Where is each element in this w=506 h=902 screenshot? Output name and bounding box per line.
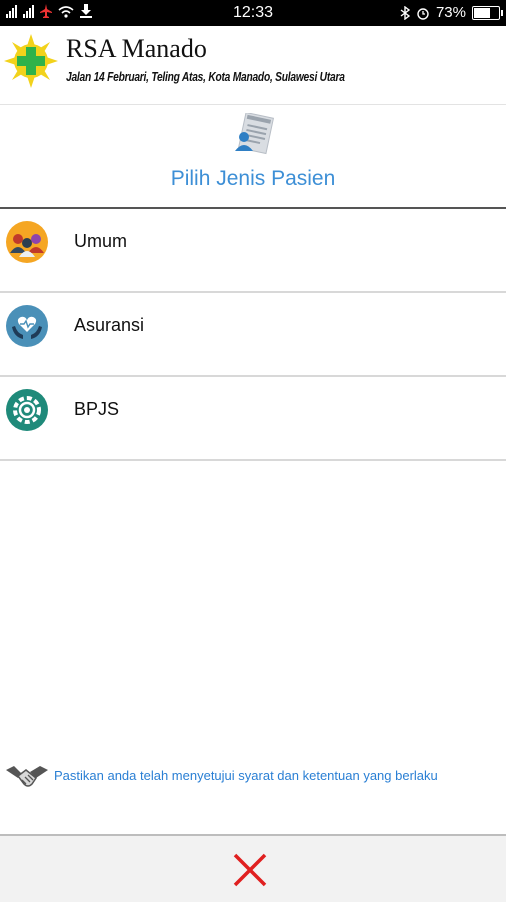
list-item-asuransi[interactable]: Asuransi	[0, 293, 506, 377]
list-item-label: Asuransi	[74, 315, 145, 335]
people-group-icon	[6, 221, 48, 263]
bluetooth-icon	[400, 5, 410, 20]
page-title: Pilih Jenis Pasien	[170, 167, 336, 190]
battery-fill	[474, 7, 491, 18]
list-item-umum[interactable]: Umum	[0, 209, 506, 293]
gear-shield-icon	[6, 389, 48, 431]
status-bar: 12:33 73%	[0, 0, 506, 26]
close-icon[interactable]	[230, 850, 270, 890]
app-title: RSA Manado	[66, 34, 207, 63]
alarm-icon	[417, 7, 429, 20]
app-address: Jalan 14 Februari, Teling Atas, Kota Man…	[66, 70, 345, 84]
list-item-label: Umum	[74, 231, 127, 251]
battery-percent: 73%	[435, 4, 466, 21]
hospital-cross-sun-logo	[4, 34, 58, 88]
patient-type-header: Pilih Jenis Pasien	[0, 105, 506, 209]
list-item-label: BPJS	[74, 399, 120, 419]
terms-text: Pastikan anda telah menyetujui syarat da…	[54, 768, 438, 783]
battery-icon	[472, 5, 503, 20]
patient-form-icon	[235, 113, 274, 155]
app-header: RSA Manado Jalan 14 Februari, Teling Ata…	[0, 26, 506, 105]
status-icons-right: 73%	[400, 4, 503, 21]
terms-notice[interactable]: Pastikan anda telah menyetujui syarat da…	[0, 756, 506, 796]
heart-hands-icon	[6, 305, 48, 347]
handshake-icon	[6, 766, 48, 787]
list-item-bpjs[interactable]: BPJS	[0, 377, 506, 461]
patient-type-list: Umum Asuransi BPJS	[0, 209, 506, 461]
footer-bar	[0, 834, 506, 902]
